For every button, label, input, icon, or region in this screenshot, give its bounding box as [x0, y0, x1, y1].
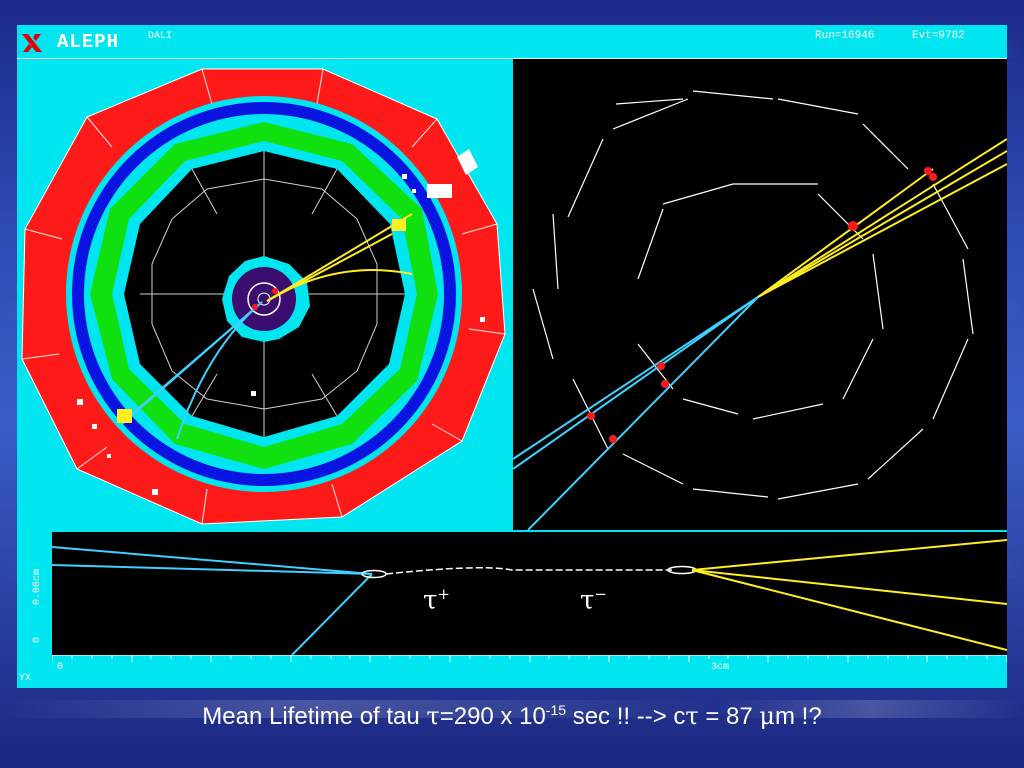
aleph-logo-icon — [22, 34, 42, 52]
display-header: ALEPH DALI Run=16946 Evt=9782 — [17, 25, 1007, 58]
x-tick-3cm: 3cm — [711, 662, 730, 673]
program-name: DALI — [148, 31, 173, 42]
slide-caption: Mean Lifetime of tau τ=290 x 10-15 sec !… — [202, 702, 822, 730]
y-tick-zero: 0 — [32, 637, 43, 643]
x-axis-ticks — [52, 655, 1007, 662]
app-title: ALEPH — [57, 31, 120, 53]
tau-plus-label: τ+ — [423, 585, 450, 616]
tau-minus-label: τ− — [580, 585, 607, 616]
event-number: Evt=9782 — [912, 30, 965, 42]
x-tick-zero: 0 — [57, 662, 64, 673]
rz-detector-view — [513, 59, 1007, 530]
zoom-vertex-view — [52, 532, 1007, 655]
zoom-y-axis: 0.08cm 0 — [25, 545, 45, 645]
projection-label: YX — [19, 673, 32, 684]
y-axis-label: 0.08cm — [32, 569, 43, 605]
xy-detector-view — [17, 59, 512, 530]
event-display-panel: ALEPH DALI Run=16946 Evt=9782 0.08cm 0 τ… — [17, 25, 1007, 688]
run-number: Run=16946 — [815, 30, 875, 42]
